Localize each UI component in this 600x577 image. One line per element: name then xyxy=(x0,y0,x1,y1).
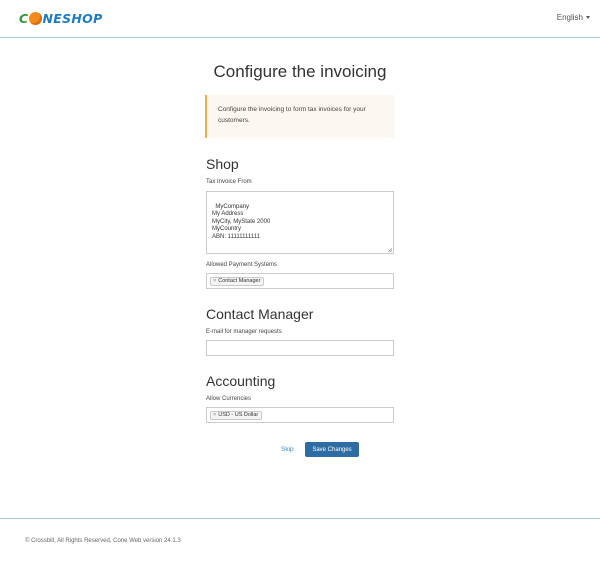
logo-text-start: C xyxy=(19,10,29,26)
remove-tag-icon[interactable]: × xyxy=(213,412,216,419)
payment-systems-select[interactable]: × Contact Manager xyxy=(206,273,394,289)
payment-system-tag: × Contact Manager xyxy=(210,277,265,286)
manager-email-label: E-mail for manager requests xyxy=(206,329,282,335)
tax-invoice-label: Tax Invoice From xyxy=(206,179,252,185)
currency-tag-label: USD - US Dollar xyxy=(218,412,259,418)
coneshop-logo[interactable]: C NESHOP xyxy=(19,9,103,27)
footer-copyright: © Crossbill, All Rights Reserved, Cone W… xyxy=(25,538,181,544)
contact-manager-heading: Contact Manager xyxy=(206,306,314,322)
page-title: Configure the invoicing xyxy=(213,62,387,81)
language-label: English xyxy=(556,13,583,22)
currencies-select[interactable]: × USD - US Dollar xyxy=(206,407,394,423)
payment-systems-label: Allowed Payment Systems xyxy=(206,262,278,268)
caret-down-icon xyxy=(586,16,590,19)
footer-divider xyxy=(0,518,600,519)
tax-invoice-textarea[interactable]: MyCompany My Address MyCity, MyState 200… xyxy=(206,191,394,254)
resize-handle-icon[interactable] xyxy=(387,247,392,252)
top-navbar: C NESHOP English xyxy=(0,0,600,38)
shop-heading: Shop xyxy=(206,156,239,172)
manager-email-input[interactable] xyxy=(206,340,394,356)
accounting-heading: Accounting xyxy=(206,373,276,389)
logo-text-end: NESHOP xyxy=(42,10,103,26)
currencies-label: Allow Currencies xyxy=(206,396,252,402)
info-callout: Configure the invoicing to form tax invo… xyxy=(205,95,394,138)
skip-link[interactable]: Skip xyxy=(281,446,294,453)
orange-logo-icon xyxy=(28,11,42,25)
tax-invoice-value: MyCompany My Address MyCity, MyState 200… xyxy=(212,203,271,240)
remove-tag-icon[interactable]: × xyxy=(213,278,216,285)
payment-system-tag-label: Contact Manager xyxy=(218,278,261,284)
currency-tag: × USD - US Dollar xyxy=(210,411,263,420)
language-dropdown[interactable]: English xyxy=(557,13,590,22)
save-changes-button[interactable]: Save Changes xyxy=(305,442,359,457)
